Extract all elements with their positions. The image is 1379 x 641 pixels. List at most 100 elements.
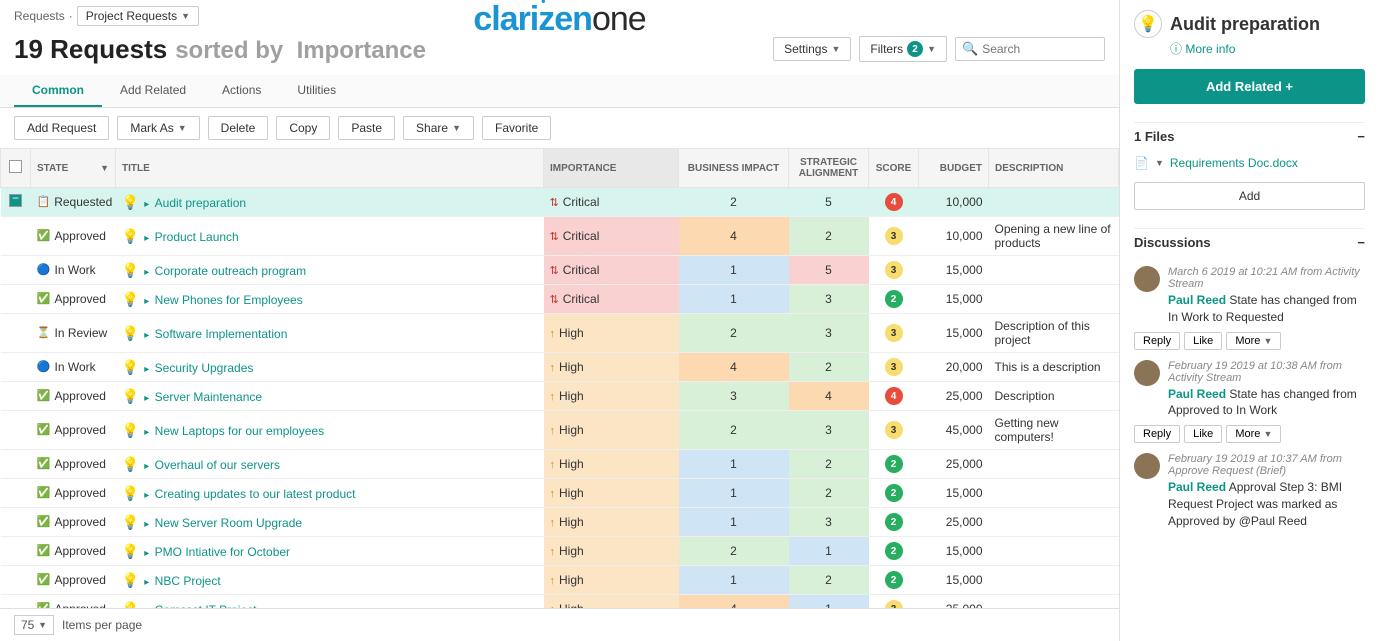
settings-dropdown[interactable]: Settings ▼	[773, 37, 851, 61]
budget-value: 25,000	[919, 450, 989, 479]
search-input[interactable]	[982, 42, 1098, 56]
add-related-button[interactable]: Add Related +	[1134, 69, 1365, 104]
row-title-link[interactable]: Software Implementation	[155, 327, 288, 341]
expand-icon[interactable]: ▸	[144, 364, 149, 375]
app-logo: clariz•enone	[473, 0, 645, 39]
col-strategic[interactable]: STRATEGIC ALIGNMENT	[789, 149, 869, 188]
row-title-link[interactable]: PMO Intiative for October	[155, 545, 290, 559]
delete-button[interactable]: Delete	[208, 116, 269, 140]
add-request-button[interactable]: Add Request	[14, 116, 109, 140]
mark-as-button[interactable]: Mark As ▼	[117, 116, 199, 140]
table-row[interactable]: ⏳In Review💡 ▸ Software Implementation↑Hi…	[1, 314, 1119, 353]
expand-icon[interactable]: ▸	[144, 296, 149, 307]
state-icon: ✅	[37, 573, 51, 587]
row-title-link[interactable]: Product Launch	[155, 230, 239, 244]
more-info-link[interactable]: ⓘ More info	[1170, 40, 1365, 57]
table-row[interactable]: ✅Approved💡 ▸ New Phones for Employees⇅Cr…	[1, 285, 1119, 314]
favorite-button[interactable]: Favorite	[482, 116, 551, 140]
like-button[interactable]: Like	[1184, 332, 1222, 350]
discussion-meta: February 19 2019 at 10:37 AM from Approv…	[1168, 453, 1365, 477]
row-title-link[interactable]: Server Maintenance	[155, 390, 262, 404]
copy-button[interactable]: Copy	[276, 116, 330, 140]
filters-dropdown[interactable]: Filters 2 ▼	[859, 36, 947, 62]
col-checkbox[interactable]	[1, 149, 31, 188]
author-link[interactable]: Paul Reed	[1168, 480, 1226, 494]
table-row[interactable]: ✅Approved💡 ▸ New Server Room Upgrade↑Hig…	[1, 508, 1119, 537]
row-title-link[interactable]: New Phones for Employees	[155, 293, 303, 307]
row-title-link[interactable]: Security Upgrades	[155, 361, 254, 375]
chevron-down-icon: ▼	[927, 44, 936, 54]
row-checkbox[interactable]	[9, 194, 22, 207]
row-title-link[interactable]: Corporate outreach program	[155, 264, 306, 278]
tab-utilities[interactable]: Utilities	[279, 75, 354, 107]
more-button[interactable]: More ▼	[1226, 425, 1281, 443]
chevron-down-icon[interactable]: ▼	[1155, 158, 1164, 168]
reply-button[interactable]: Reply	[1134, 425, 1180, 443]
row-title-link[interactable]: Audit preparation	[155, 196, 246, 210]
table-row[interactable]: ✅Approved💡 ▸ Creating updates to our lat…	[1, 479, 1119, 508]
breadcrumb-root[interactable]: Requests	[14, 9, 65, 23]
like-button[interactable]: Like	[1184, 425, 1222, 443]
expand-icon[interactable]: ▸	[144, 577, 149, 588]
row-title-link[interactable]: New Laptops for our employees	[155, 424, 324, 438]
breadcrumb: Requests · Project Requests ▼	[14, 6, 199, 26]
file-item[interactable]: 📄 ▼ Requirements Doc.docx	[1134, 150, 1365, 176]
expand-icon[interactable]: ▸	[144, 330, 149, 341]
expand-icon[interactable]: ▸	[144, 233, 149, 244]
table-row[interactable]: 📋Requested💡 ▸ Audit preparation⇅Critical…	[1, 188, 1119, 217]
col-budget[interactable]: BUDGET	[919, 149, 989, 188]
author-link[interactable]: Paul Reed	[1168, 387, 1226, 401]
more-button[interactable]: More ▼	[1226, 332, 1281, 350]
strategic-value: 4	[789, 382, 869, 411]
breadcrumb-dropdown[interactable]: Project Requests ▼	[77, 6, 199, 26]
search-box[interactable]: 🔍	[955, 37, 1105, 61]
col-state[interactable]: STATE ▼	[31, 149, 116, 188]
author-link[interactable]: Paul Reed	[1168, 293, 1226, 307]
table-row[interactable]: 🔵In Work💡 ▸ Corporate outreach program⇅C…	[1, 256, 1119, 285]
tab-add-related[interactable]: Add Related	[102, 75, 204, 107]
checkbox-all[interactable]	[9, 160, 22, 173]
bulb-icon: 💡	[122, 359, 139, 375]
row-title-link[interactable]: NBC Project	[155, 574, 221, 588]
state-label: Approved	[55, 573, 106, 587]
col-importance[interactable]: IMPORTANCE	[544, 149, 679, 188]
expand-icon[interactable]: ▸	[144, 393, 149, 404]
tab-common[interactable]: Common	[14, 75, 102, 107]
table-row[interactable]: ✅Approved💡 ▸ Server Maintenance↑High3442…	[1, 382, 1119, 411]
paste-button[interactable]: Paste	[338, 116, 395, 140]
tab-actions[interactable]: Actions	[204, 75, 279, 107]
discussions-section-header[interactable]: Discussions −	[1134, 228, 1365, 256]
expand-icon[interactable]: ▸	[144, 199, 149, 210]
items-per-page-select[interactable]: 75 ▼	[14, 615, 54, 635]
table-row[interactable]: ✅Approved💡 ▸ Product Launch⇅Critical4231…	[1, 217, 1119, 256]
expand-icon[interactable]: ▸	[144, 490, 149, 501]
reply-button[interactable]: Reply	[1134, 332, 1180, 350]
expand-icon[interactable]: ▸	[144, 427, 149, 438]
score-badge: 3	[885, 227, 903, 245]
row-title-link[interactable]: Creating updates to our latest product	[155, 487, 356, 501]
col-score[interactable]: SCORE	[869, 149, 919, 188]
col-title[interactable]: TITLE	[116, 149, 544, 188]
table-row[interactable]: 🔵In Work💡 ▸ Security Upgrades↑High42320,…	[1, 353, 1119, 382]
business-impact-value: 2	[679, 314, 789, 353]
row-title-link[interactable]: Overhaul of our servers	[155, 458, 280, 472]
expand-icon[interactable]: ▸	[144, 267, 149, 278]
files-section-header[interactable]: 1 Files −	[1134, 122, 1365, 150]
col-business-impact[interactable]: BUSINESS IMPACT	[679, 149, 789, 188]
expand-icon[interactable]: ▸	[144, 461, 149, 472]
table-row[interactable]: ✅Approved💡 ▸ NBC Project↑High12215,000	[1, 566, 1119, 595]
avatar	[1134, 360, 1160, 386]
score-badge: 2	[885, 542, 903, 560]
expand-icon[interactable]: ▸	[144, 548, 149, 559]
expand-icon[interactable]: ▸	[144, 519, 149, 530]
table-row[interactable]: ✅Approved💡 ▸ Overhaul of our servers↑Hig…	[1, 450, 1119, 479]
table-row[interactable]: ✅Approved💡 ▸ New Laptops for our employe…	[1, 411, 1119, 450]
table-row[interactable]: ✅Approved💡 ▸ Comcast IT Project↑High4132…	[1, 595, 1119, 609]
share-button[interactable]: Share ▼	[403, 116, 474, 140]
business-impact-value: 2	[679, 411, 789, 450]
row-title-link[interactable]: New Server Room Upgrade	[155, 516, 302, 530]
budget-value: 10,000	[919, 188, 989, 217]
add-file-button[interactable]: Add	[1134, 182, 1365, 210]
col-description[interactable]: DESCRIPTION	[989, 149, 1119, 188]
table-row[interactable]: ✅Approved💡 ▸ PMO Intiative for October↑H…	[1, 537, 1119, 566]
